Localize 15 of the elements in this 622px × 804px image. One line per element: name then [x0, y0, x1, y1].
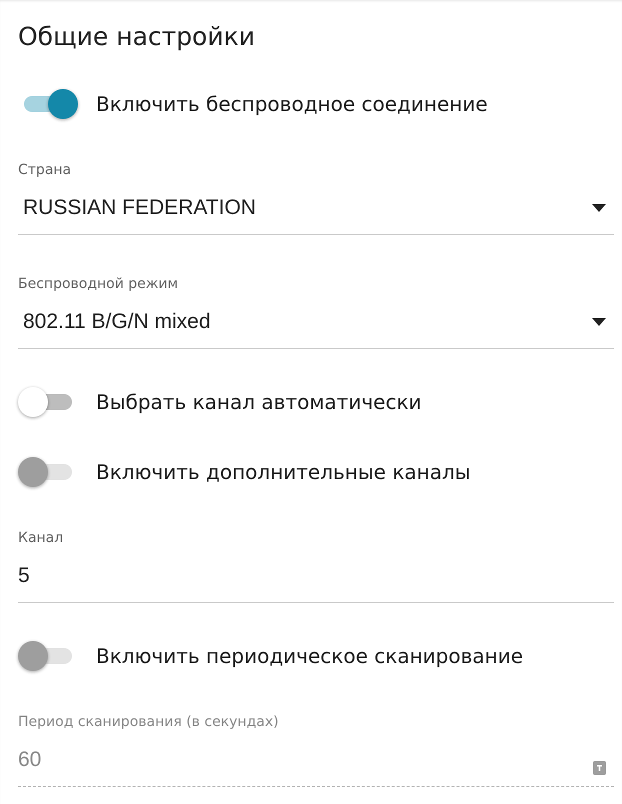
caret-icon	[592, 204, 606, 212]
section-title: Общие настройки	[18, 21, 256, 53]
dropdown-field[interactable]: 802.11 B/G/N mixed	[18, 307, 614, 349]
input-field[interactable]: 5	[18, 561, 614, 603]
field-label: Канал	[18, 529, 64, 547]
caret-icon	[592, 318, 606, 326]
toggle-label: Включить беспроводное соединение	[96, 92, 488, 116]
toggle-label: Выбрать канал автоматически	[96, 390, 422, 414]
toggle-label: Включить дополнительные каналы	[96, 460, 471, 484]
field-label: Беспроводной режим	[18, 275, 180, 293]
dropdown-field[interactable]: RUSSIAN FEDERATION	[18, 193, 614, 235]
field-label: Страна	[18, 161, 72, 179]
toggle-label: Включить периодическое сканирование	[96, 644, 524, 668]
field-label: Период сканирования (в секундах)	[18, 713, 280, 731]
badge-icon	[593, 761, 606, 775]
